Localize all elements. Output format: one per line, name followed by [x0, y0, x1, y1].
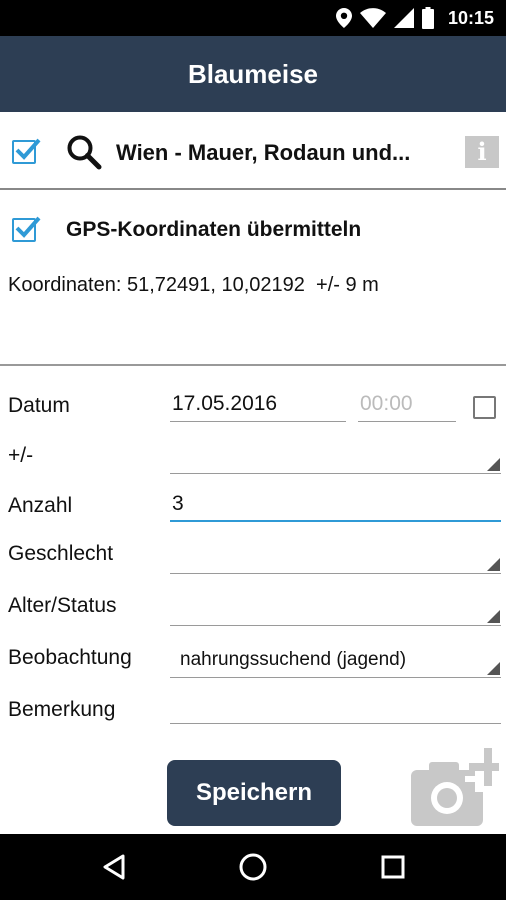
wifi-icon: [359, 8, 386, 28]
status-bar: 10:15: [0, 0, 506, 36]
search-icon[interactable]: [66, 134, 102, 170]
date-field[interactable]: 17.05.2016: [170, 392, 346, 422]
sex-select[interactable]: [170, 542, 501, 574]
observation-value: nahrungssuchend (jagend): [180, 649, 407, 670]
battery-icon: [421, 7, 434, 29]
time-checkbox[interactable]: [473, 396, 496, 419]
info-button[interactable]: i: [465, 136, 499, 168]
status-icons: 10:15: [335, 0, 494, 36]
section-divider: [0, 364, 506, 366]
dropdown-arrow-icon: [487, 458, 500, 471]
navigation-bar: [0, 834, 506, 900]
location-checkbox[interactable]: [12, 138, 41, 164]
recents-button[interactable]: [353, 834, 433, 900]
back-icon: [103, 854, 125, 880]
home-icon: [239, 853, 267, 881]
sex-label: Geschlecht: [8, 542, 114, 565]
page-title: Blaumeise: [187, 58, 319, 89]
save-button[interactable]: Speichern: [167, 760, 341, 826]
location-icon: [335, 8, 352, 28]
count-field[interactable]: 3: [170, 492, 501, 522]
dropdown-arrow-icon: [487, 558, 500, 571]
count-label: Anzahl: [8, 494, 73, 517]
gps-checkbox[interactable]: [12, 216, 41, 242]
recents-icon: [381, 855, 405, 879]
app-bar: Blaumeise: [0, 36, 506, 112]
date-label: Datum: [8, 394, 70, 417]
gps-label[interactable]: GPS-Koordinaten übermitteln: [66, 218, 361, 242]
location-name[interactable]: Wien - Mauer, Rodaun und...: [116, 140, 410, 166]
clock: 10:15: [447, 7, 494, 28]
observation-label: Beobachtung: [8, 646, 132, 669]
back-button[interactable]: [74, 834, 154, 900]
signal-icon: [393, 8, 414, 28]
dropdown-arrow-icon: [487, 662, 500, 675]
observation-select[interactable]: nahrungssuchend (jagend): [170, 646, 501, 678]
age-status-label: Alter/Status: [8, 594, 117, 617]
coordinates-text: Koordinaten: 51,72491, 10,02192 +/- 9 m: [8, 274, 379, 296]
remark-label: Bemerkung: [8, 698, 116, 721]
add-photo-icon[interactable]: [409, 746, 501, 830]
age-status-select[interactable]: [170, 594, 501, 626]
plus-minus-label: +/-: [8, 444, 34, 467]
plus-minus-select[interactable]: [170, 442, 501, 474]
remark-field[interactable]: [170, 694, 501, 724]
dropdown-arrow-icon: [487, 610, 500, 623]
home-button[interactable]: [213, 834, 293, 900]
time-field[interactable]: 00:00: [358, 392, 456, 422]
